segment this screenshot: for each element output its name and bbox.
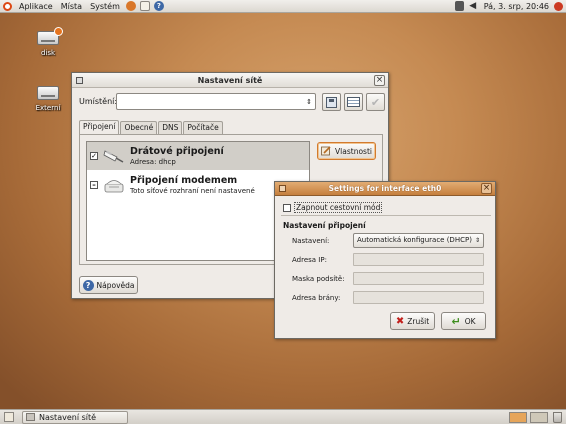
help-launcher-icon[interactable]: ? bbox=[153, 1, 164, 11]
enable-checkbox[interactable]: ✓ bbox=[90, 152, 98, 160]
connection-name: Připojení modemem bbox=[130, 175, 238, 186]
tab-hosts[interactable]: Počítače bbox=[183, 121, 223, 134]
gateway-field[interactable] bbox=[353, 291, 484, 304]
bottom-panel: Nastavení sítě bbox=[0, 409, 566, 424]
menu-applications[interactable]: Aplikace bbox=[15, 0, 57, 13]
tab-dns[interactable]: DNS bbox=[158, 121, 183, 134]
titlebar[interactable]: Nastavení sítě × bbox=[72, 73, 388, 88]
menu-places[interactable]: Místa bbox=[57, 0, 86, 13]
dialog-title: Settings for interface eth0 bbox=[328, 184, 442, 193]
interface-settings-dialog: Settings for interface eth0 × Zapnout ce… bbox=[274, 181, 496, 339]
tab-bar: Připojení Obecné DNS Počítače bbox=[79, 120, 224, 135]
desktop-icon-label: Externí bbox=[35, 104, 61, 112]
checkmark-icon: ✔ bbox=[370, 95, 381, 109]
config-label: Nastavení: bbox=[292, 237, 330, 245]
tab-general[interactable]: Obecné bbox=[120, 121, 158, 134]
show-desktop-icon[interactable] bbox=[4, 412, 14, 422]
mask-label: Maska podsítě: bbox=[292, 275, 345, 283]
firefox-launcher-icon[interactable] bbox=[125, 1, 136, 11]
help-icon: ? bbox=[82, 279, 94, 291]
taskbar-label: Nastavení sítě bbox=[39, 412, 97, 422]
desktop-icon-external[interactable]: Externí bbox=[28, 86, 68, 112]
delete-list-icon bbox=[347, 97, 360, 107]
help-button[interactable]: ? Nápověda bbox=[79, 276, 138, 294]
enable-checkbox[interactable]: – bbox=[90, 181, 98, 189]
location-label: Umístění: bbox=[79, 97, 118, 106]
gateway-label: Adresa brány: bbox=[292, 294, 341, 302]
mail-launcher-icon[interactable] bbox=[139, 1, 150, 11]
ip-field[interactable] bbox=[353, 253, 484, 266]
properties-label: Vlastnosti bbox=[335, 146, 372, 156]
ok-arrow-icon: ↵ bbox=[451, 314, 461, 328]
menu-system[interactable]: Systém bbox=[86, 0, 124, 13]
workspace-1[interactable] bbox=[509, 411, 527, 423]
volume-icon[interactable]: ◀ bbox=[468, 1, 478, 11]
location-combo[interactable]: ⇕ bbox=[116, 93, 316, 110]
drive-badge-icon bbox=[54, 27, 63, 36]
clock[interactable]: Pá, 3. srp, 20:46 bbox=[480, 2, 552, 11]
drive-icon bbox=[37, 27, 63, 45]
taskbar-button[interactable]: Nastavení sítě bbox=[22, 410, 128, 424]
window-menu-icon[interactable] bbox=[279, 185, 286, 192]
titlebar[interactable]: Settings for interface eth0 × bbox=[275, 182, 495, 196]
help-label: Nápověda bbox=[96, 280, 135, 290]
close-button[interactable]: × bbox=[374, 75, 385, 86]
ok-button[interactable]: ↵ OK bbox=[441, 312, 486, 330]
ok-label: OK bbox=[464, 316, 476, 326]
section-title: Nastavení připojení bbox=[283, 221, 366, 230]
tab-connections[interactable]: Připojení bbox=[79, 120, 120, 134]
close-button[interactable]: × bbox=[481, 183, 492, 194]
trash-icon[interactable] bbox=[553, 411, 562, 423]
delete-location-button[interactable] bbox=[344, 93, 363, 111]
apply-location-button[interactable]: ✔ bbox=[366, 93, 385, 111]
power-icon[interactable] bbox=[554, 1, 563, 11]
desktop-icon-label: disk bbox=[40, 49, 56, 57]
connection-name: Drátové připojení bbox=[130, 146, 224, 157]
cancel-button[interactable]: ✖ Zrušit bbox=[390, 312, 435, 330]
save-location-button[interactable] bbox=[322, 93, 341, 111]
modem-icon bbox=[104, 180, 124, 193]
roaming-mode-option[interactable]: Zapnout cestovní mód bbox=[283, 202, 383, 213]
drive-icon bbox=[37, 86, 59, 100]
list-item-wired[interactable]: ✓ Drátové připojení Adresa: dhcp bbox=[87, 142, 309, 170]
window-icon bbox=[26, 413, 35, 421]
combo-arrow-icon: ⇕ bbox=[306, 98, 312, 106]
window-title: Nastavení sítě bbox=[197, 75, 263, 85]
roaming-checkbox[interactable] bbox=[283, 203, 291, 212]
cancel-icon: ✖ bbox=[395, 315, 405, 327]
ethernet-icon bbox=[103, 150, 124, 163]
network-status-icon[interactable] bbox=[454, 1, 464, 11]
config-value: Automatická konfigurace (DHCP) bbox=[357, 236, 472, 244]
window-menu-icon[interactable] bbox=[76, 77, 83, 84]
ip-label: Adresa IP: bbox=[292, 256, 327, 264]
roaming-label[interactable]: Zapnout cestovní mód bbox=[294, 202, 383, 213]
workspace-2[interactable] bbox=[530, 411, 548, 423]
config-select[interactable]: Automatická konfigurace (DHCP) ⇕ bbox=[353, 233, 484, 248]
separator bbox=[281, 215, 491, 216]
top-panel: Aplikace Místa Systém ? ◀ Pá, 3. srp, 20… bbox=[0, 0, 566, 13]
cancel-label: Zrušit bbox=[407, 316, 430, 326]
mask-field[interactable] bbox=[353, 272, 484, 285]
ubuntu-logo-icon[interactable] bbox=[3, 1, 12, 11]
properties-icon bbox=[321, 146, 331, 156]
properties-button[interactable]: Vlastnosti bbox=[317, 142, 376, 160]
desktop-icon-disk[interactable]: disk bbox=[28, 27, 68, 57]
connection-detail: Adresa: dhcp bbox=[130, 158, 176, 166]
connection-detail: Toto síťové rozhraní není nastavené bbox=[130, 187, 255, 195]
combo-arrow-icon: ⇕ bbox=[474, 237, 480, 244]
save-icon bbox=[326, 96, 337, 108]
